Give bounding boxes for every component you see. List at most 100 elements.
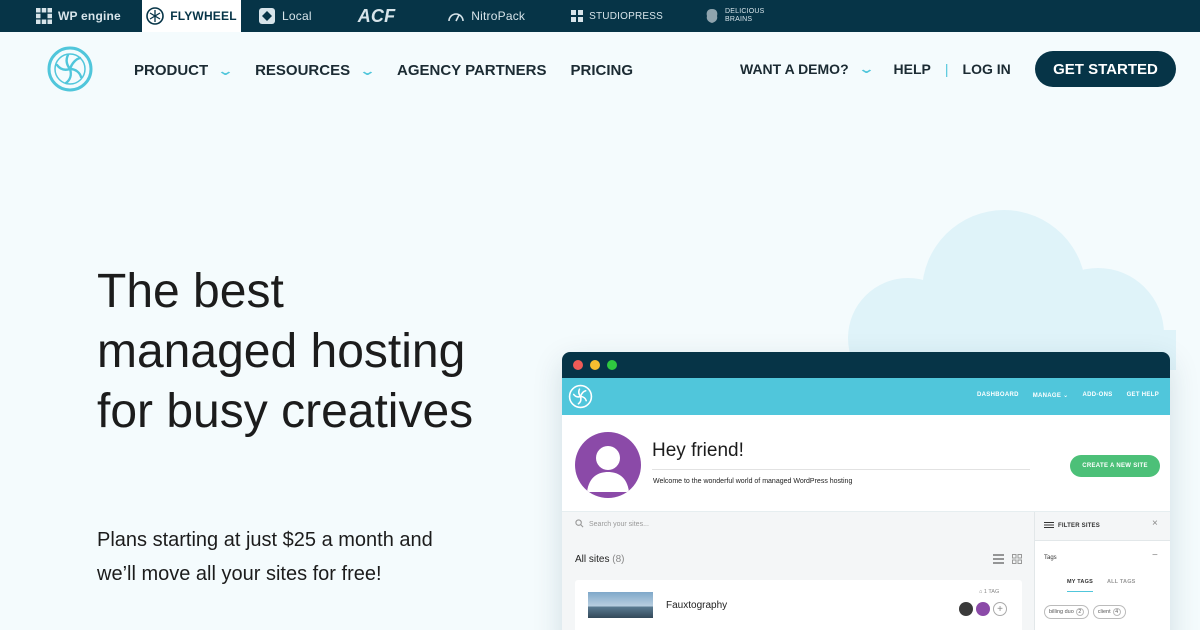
nav-pricing[interactable]: PRICING: [570, 62, 633, 79]
gauge-icon: [447, 10, 465, 22]
mockup-nav-manage-label: MANAGE: [1032, 393, 1062, 399]
brand-acf[interactable]: ACF: [328, 0, 412, 32]
grid-view-icon[interactable]: [1012, 554, 1022, 567]
tab-all-tags[interactable]: ALL TAGS: [1107, 579, 1136, 592]
search-placeholder: Search your sites...: [589, 521, 649, 528]
nav-login[interactable]: LOG IN: [963, 61, 1011, 77]
nav-resources-label: RESOURCES: [255, 62, 351, 79]
cloud-decoration: [836, 210, 1176, 400]
mockup-nav-gethelp[interactable]: GET HELP: [1127, 392, 1159, 399]
brand-label: WP engine: [58, 9, 121, 23]
all-sites-count: (8): [612, 554, 625, 565]
avatar: [575, 432, 641, 498]
avatar: [959, 602, 973, 616]
brand-label: FLYWHEEL: [170, 9, 237, 23]
site-name: Fauxtography: [666, 600, 728, 611]
tag-icon: ⌂: [979, 589, 983, 595]
studiopress-logo-icon: [571, 10, 584, 22]
window-titlebar: [562, 352, 1170, 378]
site-tag-count: ⌂ 1 TAG: [979, 589, 999, 595]
close-icon[interactable]: ×: [1152, 518, 1158, 529]
brand-flywheel[interactable]: FLYWHEEL: [142, 0, 241, 32]
tags-section: Tags − MY TAGS ALL TAGS billing duo 2 cli…: [1035, 540, 1170, 630]
all-sites-heading: All sites (8): [575, 554, 624, 565]
brand-label: ACF: [357, 5, 396, 26]
brand-label: Local: [282, 9, 312, 23]
brand-label: STUDIOPRESS: [589, 10, 663, 22]
chevron-down-icon: ⌄: [1063, 393, 1069, 399]
window-close-dot: [573, 360, 583, 370]
dashboard-mockup: DASHBOARD MANAGE ⌄ ADD-ONS GET HELP Hey …: [562, 352, 1170, 630]
list-view-icon[interactable]: [993, 554, 1004, 567]
divider: [652, 469, 1030, 470]
greeting: Hey friend!: [652, 440, 744, 461]
brand-studiopress[interactable]: STUDIOPRESS: [541, 0, 679, 32]
site-card[interactable]: Fauxtography ⌂ 1 TAG +: [575, 580, 1022, 630]
nav-demo-label: WANT A DEMO?: [740, 61, 849, 77]
nav-pricing-label: PRICING: [570, 62, 633, 79]
tag-chip-count: 4: [1112, 608, 1121, 616]
collaborators: +: [959, 602, 1007, 616]
filter-title: FILTER SITES: [1058, 523, 1100, 529]
brand-local[interactable]: Local: [241, 0, 328, 32]
create-site-button[interactable]: CREATE A NEW SITE: [1070, 455, 1160, 477]
chevron-down-icon: ⌄: [358, 62, 377, 78]
tags-label: Tags: [1044, 555, 1057, 561]
filter-panel: FILTER SITES × Tags − MY TAGS ALL TAGS b…: [1034, 512, 1170, 630]
local-logo-icon: [258, 7, 276, 25]
secondary-nav: WANT A DEMO? ⌄ HELP | LOG IN: [740, 61, 1011, 77]
nav-product-label: PRODUCT: [134, 62, 209, 79]
chevron-down-icon: ⌄: [216, 62, 235, 78]
nav-want-demo[interactable]: WANT A DEMO? ⌄: [740, 61, 875, 77]
main-nav: PRODUCT ⌄ RESOURCES ⌄ AGENCY PARTNERS PR…: [0, 32, 1200, 108]
mockup-nav: DASHBOARD MANAGE ⌄ ADD-ONS GET HELP: [562, 378, 1170, 415]
filter-header: FILTER SITES: [1044, 521, 1100, 531]
tag-chip-count: 2: [1075, 608, 1084, 616]
tag-chip[interactable]: client 4: [1092, 605, 1126, 619]
get-started-button[interactable]: GET STARTED: [1035, 51, 1176, 87]
nav-product[interactable]: PRODUCT ⌄: [134, 62, 235, 79]
flywheel-logo-icon: [568, 384, 593, 409]
brain-logo-icon: [705, 8, 719, 24]
window-maximize-dot: [607, 360, 617, 370]
brand-label: DELICIOUS BRAINS: [725, 8, 765, 23]
tab-my-tags[interactable]: MY TAGS: [1067, 579, 1093, 592]
flywheel-logo-icon: [146, 7, 165, 25]
welcome-text: Welcome to the wonderful world of manage…: [653, 478, 853, 485]
avatar: [976, 602, 990, 616]
tag-count-label: 1 TAG: [983, 589, 1000, 595]
search-icon: [575, 519, 584, 530]
nav-help[interactable]: HELP: [894, 61, 931, 77]
tag-chips: billing duo 2 client 4: [1044, 605, 1126, 619]
hero-subtitle: Plans starting at just $25 a month and w…: [97, 529, 433, 585]
mockup-nav-dashboard[interactable]: DASHBOARD: [977, 392, 1019, 399]
primary-nav: PRODUCT ⌄ RESOURCES ⌄ AGENCY PARTNERS PR…: [134, 62, 633, 79]
mockup-header: Hey friend! Welcome to the wonderful wor…: [562, 415, 1170, 512]
filter-icon: [1044, 521, 1054, 531]
tag-chip-label: billing duo: [1049, 609, 1074, 615]
mockup-body: Search your sites... All sites (8) Fauxt…: [562, 512, 1170, 630]
flywheel-logo[interactable]: [46, 45, 94, 93]
brand-delicious-brains[interactable]: DELICIOUS BRAINS: [679, 0, 775, 32]
mockup-nav-addons[interactable]: ADD-ONS: [1082, 392, 1112, 399]
tag-tabs: MY TAGS ALL TAGS: [1067, 579, 1136, 592]
window-minimize-dot: [590, 360, 600, 370]
add-collaborator-icon[interactable]: +: [993, 602, 1007, 616]
brand-bar: WP engine FLYWHEEL Local ACF NitroPack S…: [0, 0, 1200, 32]
brand-wpengine[interactable]: WP engine: [0, 0, 142, 32]
brand-nitropack[interactable]: NitroPack: [411, 0, 541, 32]
chevron-down-icon: ⌄: [857, 61, 875, 76]
nav-agency-label: AGENCY PARTNERS: [397, 62, 547, 79]
site-thumbnail: [588, 592, 653, 618]
all-sites-label: All sites: [575, 554, 610, 565]
site-search[interactable]: Search your sites...: [575, 519, 649, 530]
mockup-nav-manage[interactable]: MANAGE ⌄: [1033, 392, 1069, 399]
wpengine-grid-icon: [36, 8, 52, 24]
view-toggle: [993, 554, 1022, 567]
brand-label: NitroPack: [471, 9, 526, 23]
hero-title: The best managed hosting for busy creati…: [97, 265, 474, 438]
nav-resources[interactable]: RESOURCES ⌄: [255, 62, 377, 79]
tag-chip[interactable]: billing duo 2: [1044, 605, 1089, 619]
collapse-icon[interactable]: −: [1152, 550, 1158, 561]
nav-agency-partners[interactable]: AGENCY PARTNERS: [397, 62, 546, 79]
